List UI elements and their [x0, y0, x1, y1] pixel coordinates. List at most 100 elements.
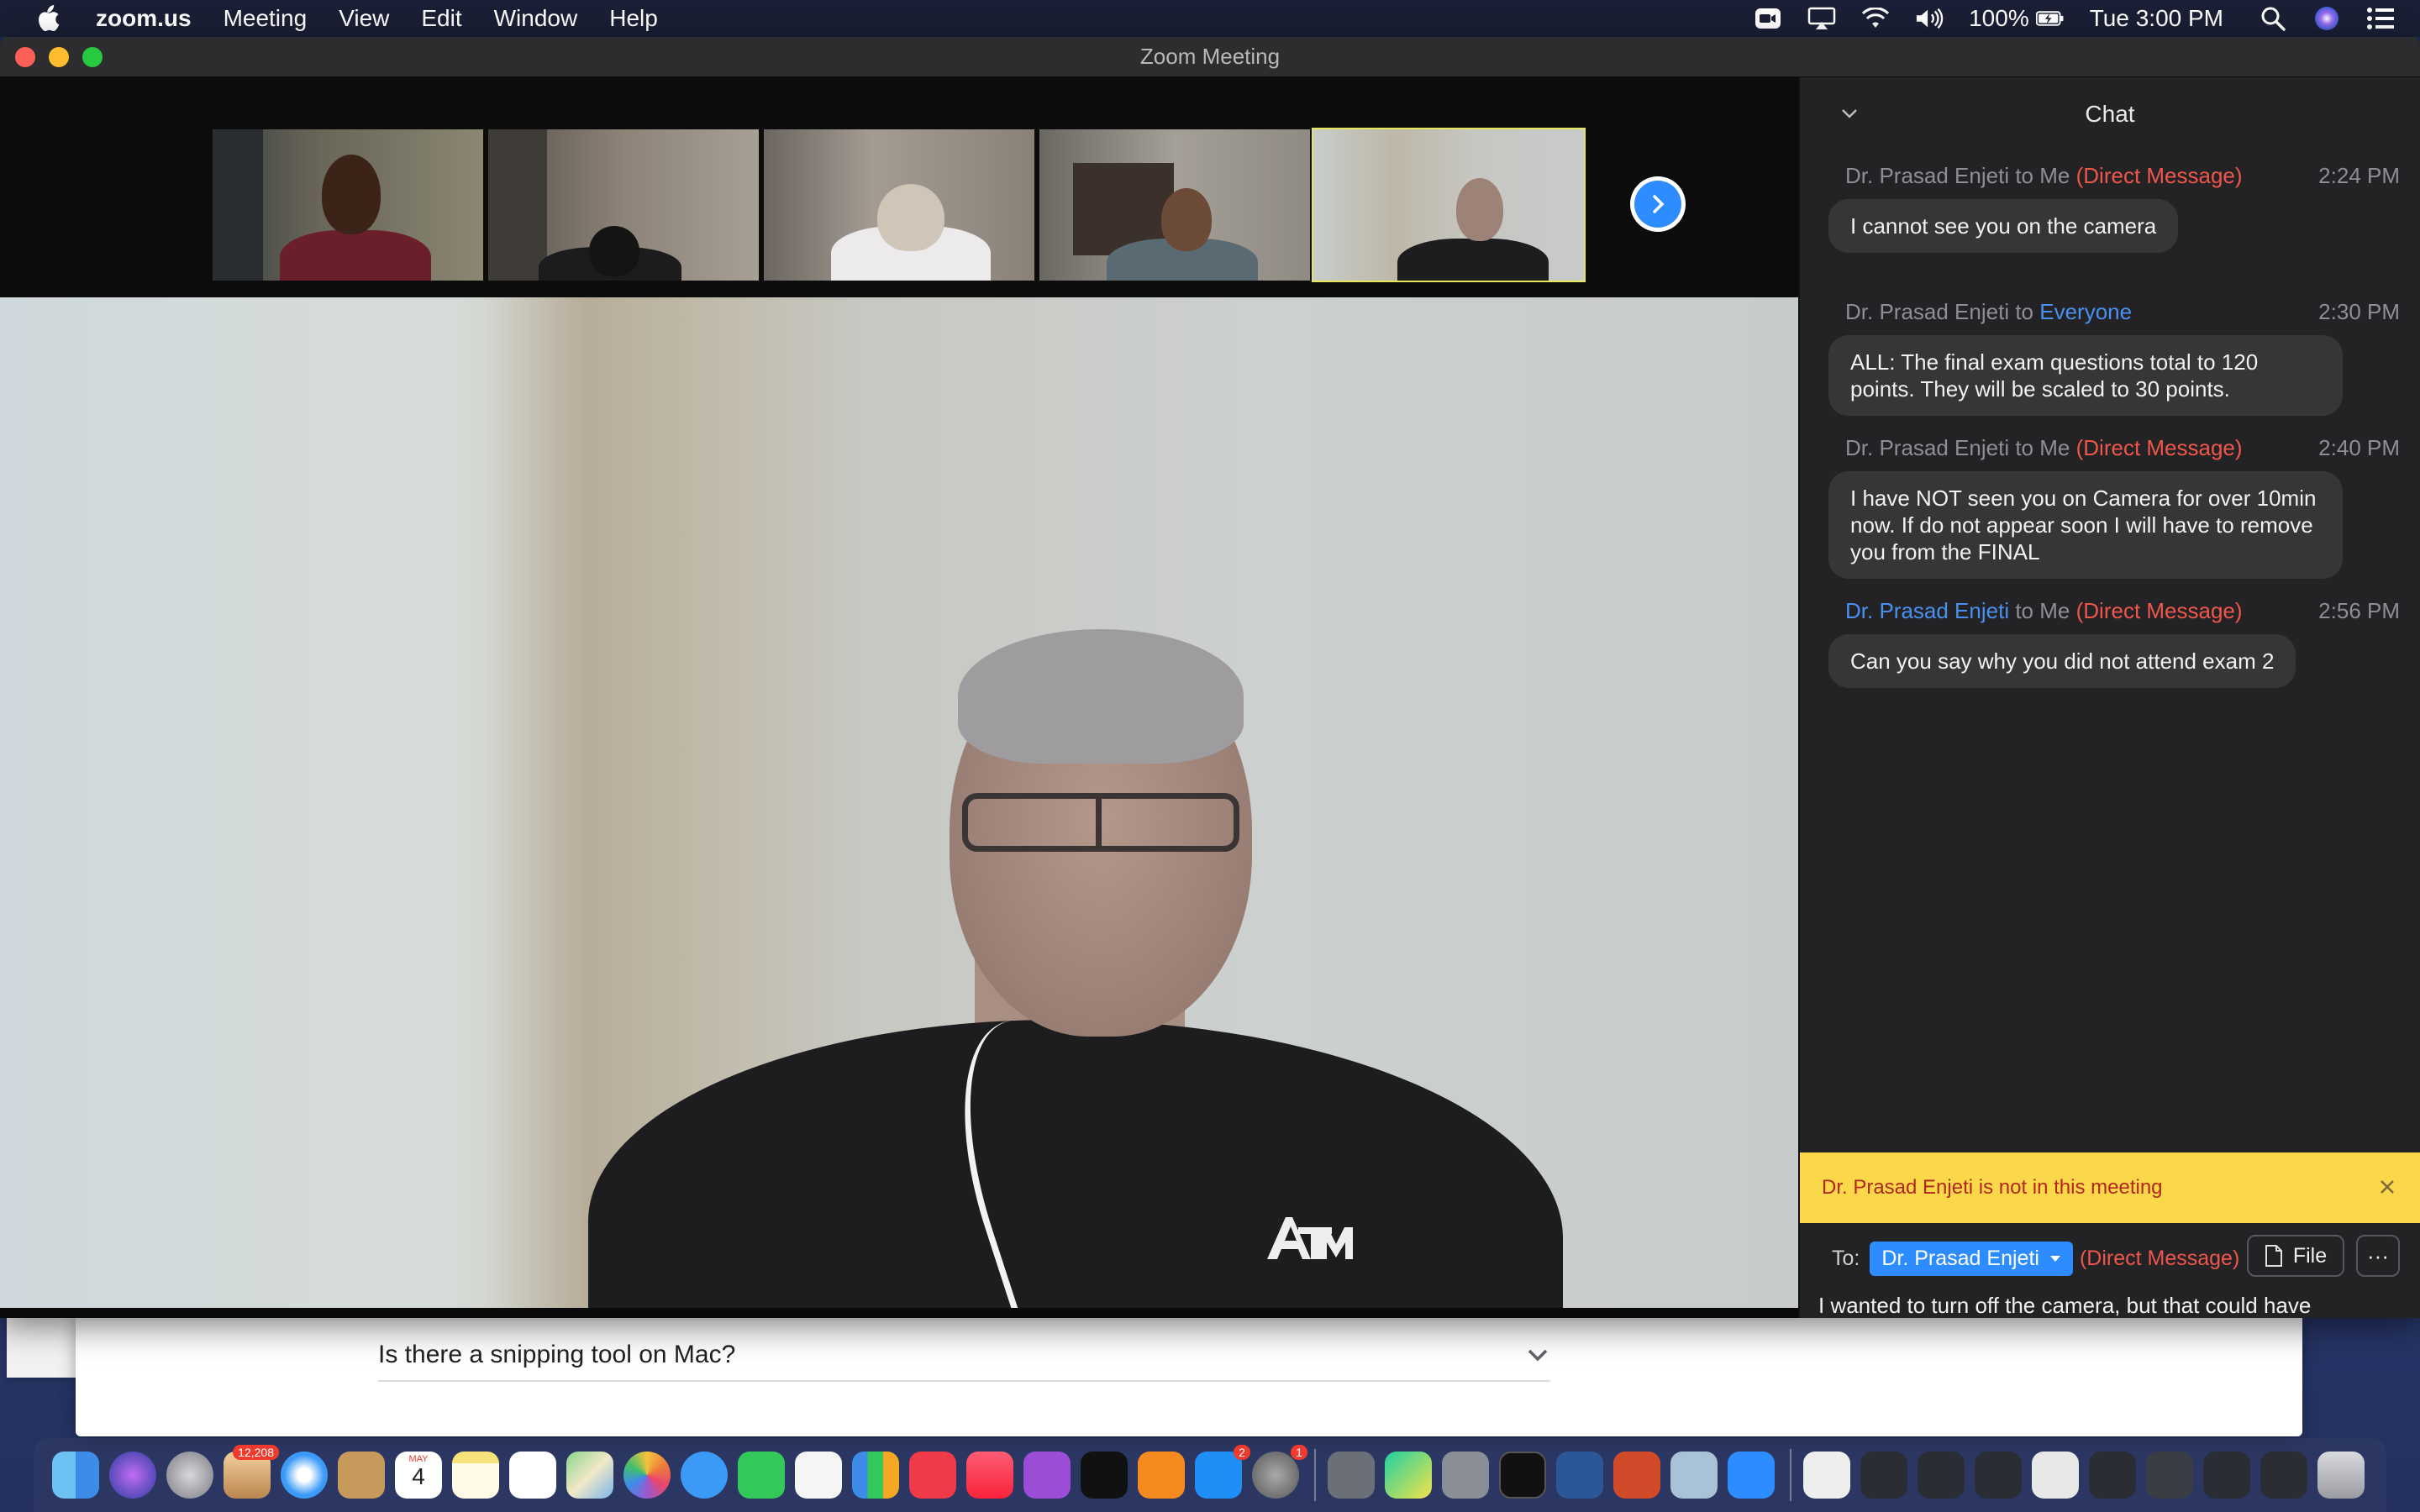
freeform-icon[interactable]: [795, 1452, 842, 1499]
volume-icon[interactable]: [1915, 7, 1944, 30]
active-speaker-thumbnail[interactable]: [1312, 128, 1586, 282]
chat-message: Dr. Prasad Enjeti to Me (Direct Message)…: [1828, 598, 2400, 688]
minimized-window-icon[interactable]: [2089, 1452, 2136, 1499]
utility-tools-icon[interactable]: [1442, 1452, 1489, 1499]
chevron-right-icon: [1653, 195, 1665, 213]
menu-edit[interactable]: Edit: [421, 5, 461, 32]
clock[interactable]: Tue 3:00 PM: [2090, 5, 2223, 32]
recipient-name: Me: [2039, 598, 2070, 623]
pdf-document-icon[interactable]: [1803, 1452, 1850, 1499]
close-icon[interactable]: [2376, 1176, 2398, 1198]
siri-icon[interactable]: [2312, 7, 2341, 30]
launchpad-icon[interactable]: [166, 1452, 213, 1499]
system-preferences-badge: 1: [1291, 1445, 1307, 1460]
gallery-next-button[interactable]: [1630, 176, 1686, 232]
control-center-icon[interactable]: [2366, 7, 2395, 30]
video-area: [0, 77, 1798, 1318]
news-icon[interactable]: [909, 1452, 956, 1499]
messages-icon[interactable]: [681, 1452, 728, 1499]
keychain-icon[interactable]: [1328, 1452, 1375, 1499]
message-bubble[interactable]: ALL: The final exam questions total to 1…: [1828, 335, 2343, 416]
to-label: To:: [1832, 1247, 1860, 1270]
chat-header: Chat: [1800, 77, 2420, 151]
recipient-name: Me: [2039, 435, 2070, 460]
chevron-down-icon[interactable]: [1525, 1342, 1550, 1368]
participant-video-thumbnail[interactable]: [213, 129, 483, 281]
photos-icon[interactable]: [623, 1452, 671, 1499]
terminal-icon[interactable]: [1499, 1452, 1546, 1499]
recipient-dropdown[interactable]: Dr. Prasad Enjeti: [1870, 1242, 2073, 1276]
apple-tv-icon[interactable]: [1081, 1452, 1128, 1499]
minimized-window-icon[interactable]: [2146, 1452, 2193, 1499]
calendar-icon[interactable]: MAY 4: [395, 1452, 442, 1499]
participant-gallery: [0, 77, 1798, 297]
message-input[interactable]: I wanted to turn off the camera, but tha…: [1818, 1292, 2407, 1318]
books-icon[interactable]: [1138, 1452, 1185, 1499]
facetime-icon[interactable]: [738, 1452, 785, 1499]
reminders-icon[interactable]: [509, 1452, 556, 1499]
battery-icon[interactable]: [2035, 7, 2065, 30]
window-title: Zoom Meeting: [1139, 44, 1281, 69]
minimized-window-icon[interactable]: [2203, 1452, 2250, 1499]
recipient-name: Me: [2039, 163, 2070, 188]
apple-menu-icon[interactable]: [34, 4, 62, 33]
zoom-camera-icon[interactable]: [1754, 7, 1782, 30]
notice-text: Dr. Prasad Enjeti is not in this meeting: [1822, 1176, 2163, 1199]
file-button[interactable]: File: [2247, 1235, 2344, 1277]
sender-name[interactable]: Dr. Prasad Enjeti: [1845, 299, 2009, 324]
menu-bar: zoom.us Meeting View Edit Window Help 10…: [0, 0, 2420, 37]
numbers-icon[interactable]: [852, 1452, 899, 1499]
mail-icon[interactable]: 12,208: [224, 1445, 279, 1499]
zoom-icon[interactable]: [1728, 1452, 1775, 1499]
menu-meeting[interactable]: Meeting: [224, 5, 308, 32]
menu-view[interactable]: View: [339, 5, 389, 32]
direct-message-tag: (Direct Message): [2075, 435, 2243, 460]
message-bubble[interactable]: Can you say why you did not attend exam …: [1828, 634, 2296, 688]
notes-icon[interactable]: [452, 1452, 499, 1499]
trash-icon[interactable]: [2317, 1452, 2365, 1499]
spotlight-icon[interactable]: [2259, 7, 2287, 31]
calendar-day: 4: [412, 1463, 425, 1489]
chat-title: Chat: [2085, 101, 2135, 127]
message-bubble[interactable]: I cannot see you on the camera: [1828, 199, 2179, 253]
participant-video-thumbnail[interactable]: [488, 129, 759, 281]
participant-video-thumbnail[interactable]: [1039, 129, 1310, 281]
preview-icon[interactable]: [1670, 1452, 1718, 1499]
music-icon[interactable]: [966, 1452, 1013, 1499]
background-window-edge: [7, 1315, 76, 1378]
menu-help[interactable]: Help: [609, 5, 658, 32]
window-titlebar[interactable]: Zoom Meeting: [0, 37, 2420, 77]
airplay-icon[interactable]: [1807, 7, 1836, 30]
sender-name[interactable]: Dr. Prasad Enjeti: [1845, 435, 2009, 460]
to-word: to: [2015, 598, 2034, 623]
menu-window[interactable]: Window: [494, 5, 578, 32]
minimized-window-icon[interactable]: [1975, 1452, 2022, 1499]
faq-item[interactable]: Is there a snipping tool on Mac?: [378, 1340, 1550, 1382]
siri-dock-icon[interactable]: [109, 1452, 156, 1499]
safari-icon[interactable]: [281, 1452, 328, 1499]
system-preferences-icon[interactable]: 1: [1252, 1445, 1307, 1499]
wifi-icon[interactable]: [1861, 7, 1890, 30]
minimized-window-icon[interactable]: [1918, 1452, 1965, 1499]
sender-name[interactable]: Dr. Prasad Enjeti: [1845, 163, 2009, 188]
message-bubble[interactable]: I have NOT seen you on Camera for over 1…: [1828, 471, 2343, 579]
sender-name[interactable]: Dr. Prasad Enjeti: [1845, 598, 2009, 623]
more-options-button[interactable]: ···: [2356, 1235, 2400, 1277]
menu-app-name[interactable]: zoom.us: [96, 5, 192, 32]
minimized-window-icon[interactable]: [2260, 1452, 2307, 1499]
maps-icon[interactable]: [566, 1452, 613, 1499]
caret-down-icon: [2049, 1255, 2060, 1262]
podcasts-icon[interactable]: [1023, 1452, 1071, 1499]
active-speaker-video: [0, 297, 1798, 1308]
powerpoint-icon[interactable]: [1613, 1452, 1660, 1499]
minimized-window-icon[interactable]: [1860, 1452, 1907, 1499]
message-time: 2:56 PM: [2318, 598, 2400, 623]
finder-icon[interactable]: [52, 1452, 99, 1499]
pycharm-icon[interactable]: [1385, 1452, 1432, 1499]
participant-video-thumbnail[interactable]: [764, 129, 1034, 281]
word-icon[interactable]: [1556, 1452, 1603, 1499]
minimized-window-icon[interactable]: [2032, 1452, 2079, 1499]
chevron-down-icon[interactable]: [1839, 102, 1860, 124]
app-store-icon[interactable]: 2: [1195, 1445, 1250, 1499]
contacts-icon[interactable]: [338, 1452, 385, 1499]
